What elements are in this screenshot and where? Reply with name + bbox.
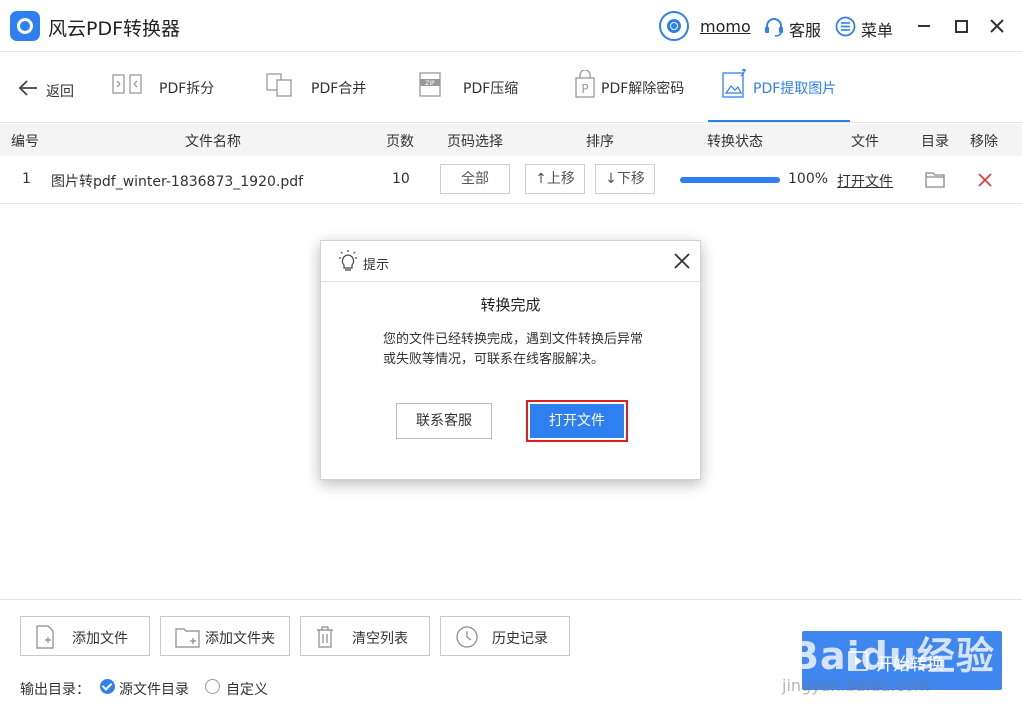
button-label: 添加文件夹 [205,631,275,647]
source-dir-radio[interactable] [100,679,115,694]
add-folder-icon [175,628,200,648]
split-icon [112,74,142,94]
tab-label: PDF提取图片 [753,81,837,97]
history-button[interactable]: 历史记录 [440,616,570,656]
dialog-header: 提示 [321,241,700,282]
progress-text: 100% [788,171,829,187]
column-header: 文件 [851,134,879,150]
back-button[interactable]: 返回 [18,72,88,104]
toolbar: 返回 PDF拆分 PDF合并 ZIP PDF压缩 P PDF解除密码 PDF提取… [0,52,1022,123]
column-header: 排序 [586,134,614,150]
tab-pdf-compress[interactable]: ZIP PDF压缩 [419,72,529,104]
table-row: 1 图片转pdf_winter-1836873_1920.pdf 10 全部 ↑… [0,156,1022,204]
add-folder-button[interactable]: 添加文件夹 [160,616,290,656]
title-bar: 风云PDF转换器 momo 客服 菜单 [0,0,1022,52]
zip-icon: ZIP [419,72,441,97]
column-header: 文件名称 [185,134,241,150]
move-down-button[interactable]: ↓下移 [595,164,655,194]
arrow-left-icon [18,80,37,96]
menu-icon[interactable] [835,16,856,37]
merge-icon [266,73,292,97]
app-title: 风云PDF转换器 [48,18,181,40]
tab-label: PDF拆分 [159,81,215,97]
column-header: 页码选择 [447,134,503,150]
row-filename: 图片转pdf_winter-1836873_1920.pdf [51,174,304,190]
lock-file-icon: P [575,70,595,98]
close-icon[interactable] [673,252,691,270]
custom-dir-label[interactable]: 自定义 [226,679,268,699]
open-file-button[interactable]: 打开文件 [530,404,624,438]
minimize-icon[interactable] [914,16,934,36]
tab-pdf-merge[interactable]: PDF合并 [266,72,376,104]
tab-label: PDF解除密码 [601,81,685,97]
column-header: 移除 [970,134,998,150]
add-file-button[interactable]: 添加文件 [20,616,150,656]
clear-list-button[interactable]: 清空列表 [300,616,430,656]
service-button[interactable]: 客服 [789,17,821,41]
dialog-heading: 转换完成 [480,296,541,314]
tab-pdf-unlock[interactable]: P PDF解除密码 [575,70,695,104]
folder-icon[interactable] [925,170,945,188]
column-header: 编号 [11,134,39,150]
avatar[interactable] [659,11,689,41]
contact-service-button[interactable]: 联系客服 [396,403,492,439]
remove-icon[interactable] [978,173,992,187]
progress-fill [680,177,780,183]
output-directory-label: 输出目录： [20,682,90,698]
button-label: 清空列表 [352,631,408,647]
completion-dialog: 提示 转换完成 您的文件已经转换完成，遇到文件转换后异常或失败等情况，可联系在线… [320,240,701,480]
watermark-logo: Baidu经验 [790,634,995,678]
column-header: 目录 [921,134,949,150]
source-dir-label[interactable]: 源文件目录 [119,679,189,699]
dialog-message: 您的文件已经转换完成，遇到文件转换后异常或失败等情况，可联系在线客服解决。 [383,332,644,367]
menu-button[interactable]: 菜单 [861,17,893,41]
row-pages: 10 [392,171,410,187]
watermark-url: jingyan.baidu.com [782,676,930,695]
tab-pdf-extract-images[interactable]: PDF提取图片 [722,68,847,104]
headset-icon[interactable] [763,16,785,38]
move-up-button[interactable]: ↑上移 [525,164,585,194]
image-extract-icon [722,68,747,98]
custom-dir-radio[interactable] [205,679,220,694]
svg-text:ZIP: ZIP [425,80,435,87]
back-label: 返回 [46,84,74,100]
column-header: 页数 [386,134,414,150]
tab-label: PDF合并 [311,81,367,97]
row-index: 1 [22,171,31,187]
button-label: 添加文件 [72,631,128,647]
svg-text:P: P [581,82,588,96]
page-select-button[interactable]: 全部 [440,164,510,194]
maximize-icon[interactable] [951,16,971,36]
tab-label: PDF压缩 [463,81,519,97]
trash-icon [317,626,333,648]
clock-icon [456,626,478,648]
dialog-title: 提示 [363,258,390,273]
highlight-frame: 打开文件 [526,400,628,442]
lightbulb-icon [339,250,357,271]
column-header: 转换状态 [707,134,763,150]
open-file-link[interactable]: 打开文件 [837,171,893,191]
app-logo [10,11,40,41]
button-label: 历史记录 [492,631,548,647]
table-header: 编号 文件名称 页数 页码选择 排序 转换状态 文件 目录 移除 [0,124,1022,156]
progress-bar [680,177,780,183]
add-file-icon [36,625,54,649]
close-window-icon[interactable] [987,16,1007,36]
tab-pdf-split[interactable]: PDF拆分 [112,72,222,104]
active-tab-indicator [708,120,850,122]
username-link[interactable]: momo [700,17,751,36]
